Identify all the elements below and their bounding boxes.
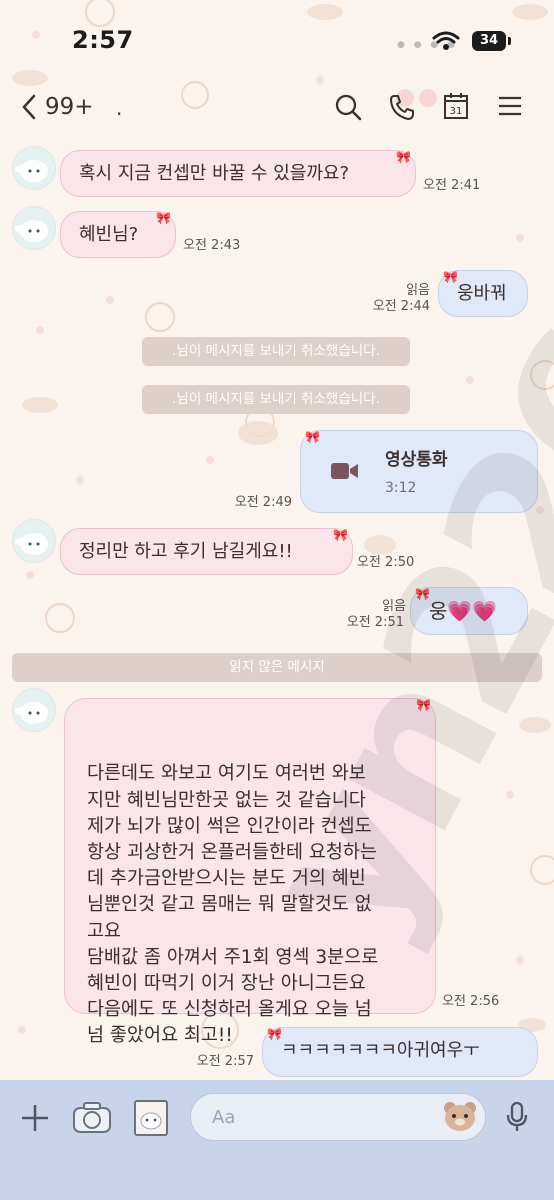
read-status: 읽음 [406,283,430,298]
message-text: 혜빈님? [79,224,139,245]
menu-icon[interactable] [498,95,522,117]
bow-icon: 🎀 [333,528,348,542]
avatar[interactable] [12,519,56,563]
mic-icon[interactable] [505,1101,529,1133]
plus-icon[interactable] [20,1103,50,1133]
message-time: 오전 2:44 [372,299,430,314]
message-text: 웅💗💗 [429,599,498,623]
message-time: 오전 2:56 [442,994,500,1009]
avatar-image [15,220,48,242]
video-icon [331,463,358,479]
bow-icon: 🎀 [305,430,320,444]
avatar[interactable] [12,206,56,250]
message-bubble[interactable]: 🎀 웅💗💗 [410,587,528,635]
message-bubble[interactable]: 🎀 웅바꿔 [438,270,528,317]
wifi-icon [432,31,460,50]
back-count[interactable]: 99+ [45,94,94,120]
chat-title: . [116,96,123,120]
calendar-icon[interactable]: 31 [443,92,469,120]
system-message: .님이 메시지를 보내기 취소했습니다. [142,385,410,414]
message-time: 오전 2:43 [183,238,241,253]
call-label: 영상통화 [385,450,448,470]
message-bubble[interactable]: 🎀 ㅋㅋㅋㅋㅋㅋㅋ아귀여우ㅜ [262,1027,538,1077]
bow-icon: 🎀 [416,698,431,712]
battery-tip [508,37,511,45]
sticker-icon[interactable] [133,1099,169,1137]
unread-divider: 읽지 않은 메시지 [12,653,542,682]
message-bubble[interactable]: 🎀 다른데도 와보고 여기도 여러번 와보 지만 혜빈님만한곳 없는 것 같습니… [64,698,436,1046]
message-bubble[interactable]: 🎀 정리만 하고 후기 남길게요!! [60,528,353,575]
back-icon[interactable] [20,94,38,120]
message-time: 오전 2:41 [423,178,481,193]
read-status: 읽음 [382,599,406,614]
emoji-icon[interactable] [442,1099,478,1133]
search-icon[interactable] [334,93,362,121]
message-bubble[interactable]: 🎀 혹시 지금 컨셉만 바꿀 수 있을까요? [60,150,416,197]
message-text: 웅바꿔 [457,283,507,304]
system-message: .님이 메시지를 보내기 취소했습니다. [142,337,410,366]
camera-icon[interactable] [72,1100,112,1136]
bow-icon: 🎀 [156,211,171,225]
message-text: 혹시 지금 컨셉만 바꿀 수 있을까요? [79,163,350,184]
message-time: 오전 2:57 [196,1054,254,1069]
avatar-image [15,160,48,182]
bow-icon: 🎀 [443,270,458,284]
message-text: ㅋㅋㅋㅋㅋㅋㅋ아귀여우ㅜ [281,1040,480,1061]
input-placeholder: Aa [212,1107,236,1128]
message-bubble[interactable]: 🎀 혜빈님? [60,211,176,258]
message-time: 오전 2:51 [346,615,404,630]
message-time: 오전 2:50 [357,555,415,570]
message-text: 정리만 하고 후기 남길게요!! [79,541,293,562]
battery-indicator: 34 [472,31,506,51]
phone-icon[interactable] [388,93,416,121]
call-duration: 3:12 [385,480,417,496]
status-time: 2:57 [72,26,134,54]
avatar-image [15,533,48,555]
bow-icon: 🎀 [415,587,430,601]
svg-text:31: 31 [450,106,463,117]
avatar[interactable] [12,688,56,732]
bow-icon: 🎀 [396,150,411,164]
message-text: 다른데도 와보고 여기도 여러번 와보 지만 혜빈님만한곳 없는 것 같습니다 … [87,763,379,1047]
video-call-bubble[interactable]: 🎀 영상통화 3:12 [300,430,538,513]
bow-icon: 🎀 [267,1027,282,1041]
avatar[interactable] [12,146,56,190]
avatar-image [15,702,48,724]
message-time: 오전 2:49 [234,495,292,510]
